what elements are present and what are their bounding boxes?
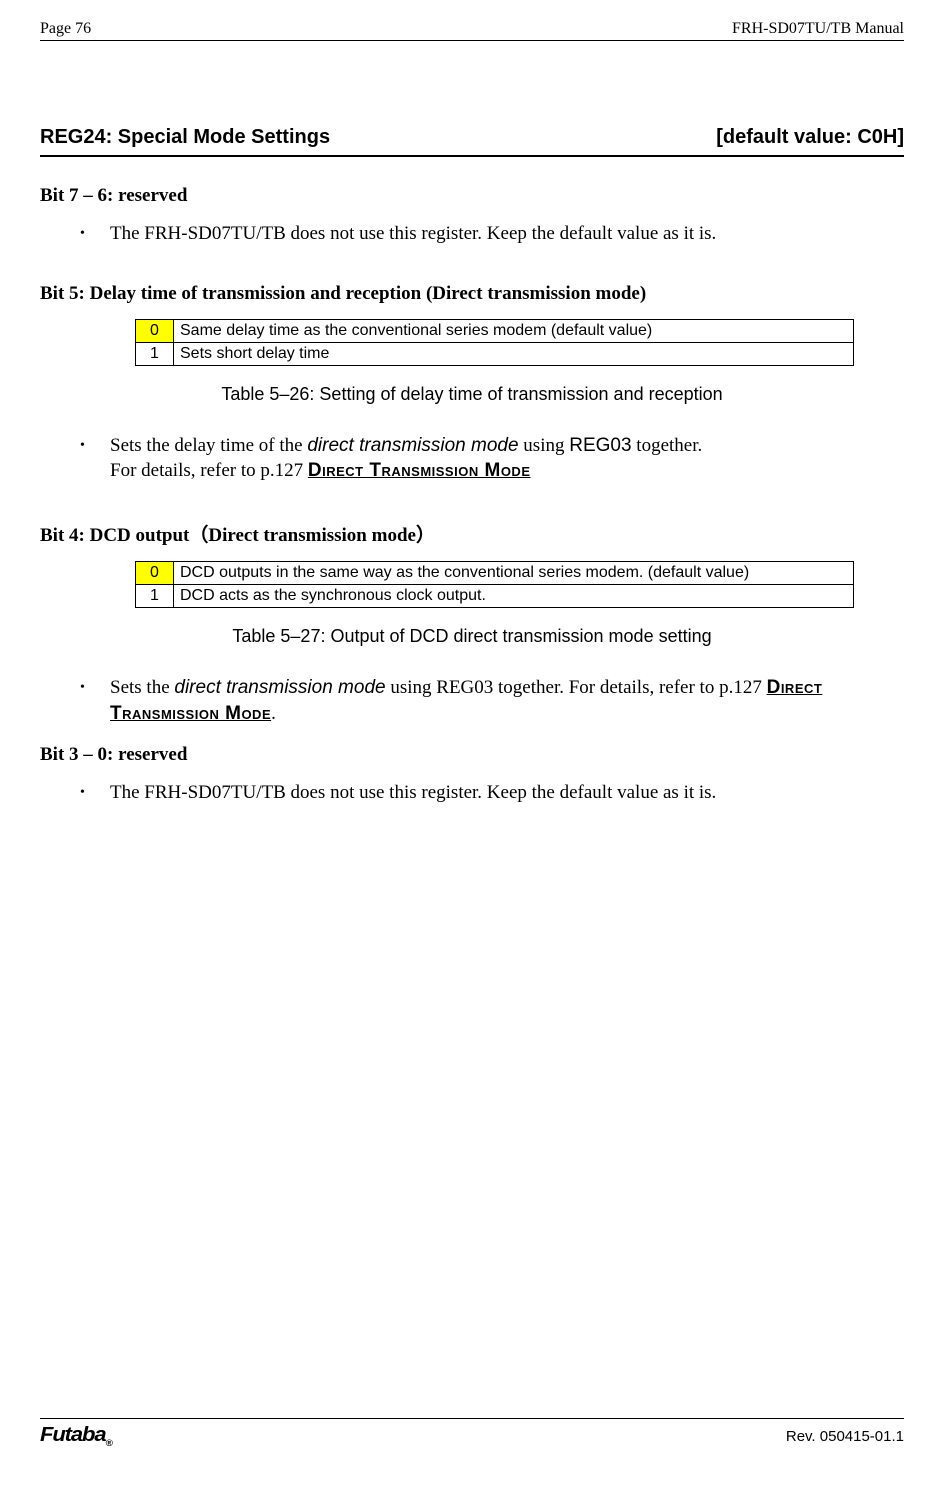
section-title-row: REG24: Special Mode Settings [default va… xyxy=(40,126,904,157)
table-cell-value: 1 xyxy=(136,584,174,607)
bit4-table: 0 DCD outputs in the same way as the con… xyxy=(135,561,854,608)
bit4-bullet: Sets the direct transmission mode using … xyxy=(80,675,904,726)
bit4-table-wrap: 0 DCD outputs in the same way as the con… xyxy=(135,561,854,608)
bit5-bullet: Sets the delay time of the direct transm… xyxy=(80,433,904,484)
bit30-bullets: The FRH-SD07TU/TB does not use this regi… xyxy=(40,780,904,806)
bit5-bullets: Sets the delay time of the direct transm… xyxy=(40,433,904,484)
bullet-italic: direct transmission mode xyxy=(174,677,385,698)
section-title-left: REG24: Special Mode Settings xyxy=(40,126,330,149)
bullet-text: For details, refer to p.127 xyxy=(110,460,308,481)
section-title-right: [default value: C0H] xyxy=(716,126,904,149)
page-header: Page 76 FRH-SD07TU/TB Manual xyxy=(40,20,904,41)
bullet-link: Direct Transmission Mode xyxy=(308,460,531,481)
table-cell-desc: DCD acts as the synchronous clock output… xyxy=(174,584,854,607)
bit5-table-wrap: 0 Same delay time as the conventional se… xyxy=(135,319,854,366)
table-cell-value: 0 xyxy=(136,319,174,342)
bit76-heading: Bit 7 – 6: reserved xyxy=(40,185,904,207)
bit30-bullet: The FRH-SD07TU/TB does not use this regi… xyxy=(80,780,904,806)
table-row: 1 Sets short delay time xyxy=(136,342,854,365)
bit4-table-caption: Table 5–27: Output of DCD direct transmi… xyxy=(40,626,904,647)
bit5-heading: Bit 5: Delay time of transmission and re… xyxy=(40,283,904,305)
bit5-table-caption: Table 5–26: Setting of delay time of tra… xyxy=(40,384,904,405)
table-cell-desc: Sets short delay time xyxy=(174,342,854,365)
bit30-heading: Bit 3 – 0: reserved xyxy=(40,744,904,766)
table-cell-desc: Same delay time as the conventional seri… xyxy=(174,319,854,342)
page-number: Page 76 xyxy=(40,20,91,38)
table-cell-value: 1 xyxy=(136,342,174,365)
table-row: 1 DCD acts as the synchronous clock outp… xyxy=(136,584,854,607)
manual-title: FRH-SD07TU/TB Manual xyxy=(732,20,904,38)
bullet-text: Sets the xyxy=(110,677,174,698)
bit76-bullet: The FRH-SD07TU/TB does not use this regi… xyxy=(80,221,904,247)
registered-mark-icon: ® xyxy=(106,1438,112,1448)
bullet-text: Sets the delay time of the xyxy=(110,435,307,456)
bullet-italic: direct transmission mode xyxy=(307,435,518,456)
table-row: 0 DCD outputs in the same way as the con… xyxy=(136,561,854,584)
table-cell-value: 0 xyxy=(136,561,174,584)
bullet-text: using xyxy=(519,435,570,456)
table-cell-desc: DCD outputs in the same way as the conve… xyxy=(174,561,854,584)
bit4-bullets: Sets the direct transmission mode using … xyxy=(40,675,904,726)
bullet-text: together. xyxy=(632,435,703,456)
bit76-bullets: The FRH-SD07TU/TB does not use this regi… xyxy=(40,221,904,247)
bit4-heading: Bit 4: DCD output（Direct transmission mo… xyxy=(40,520,904,547)
table-row: 0 Same delay time as the conventional se… xyxy=(136,319,854,342)
bullet-reg: REG03 xyxy=(569,435,631,456)
bullet-text: using REG03 together. For details, refer… xyxy=(386,677,767,698)
brand-text: Futaba xyxy=(40,1424,106,1446)
brand-logo: Futaba® xyxy=(40,1424,112,1448)
revision-text: Rev. 050415-01.1 xyxy=(786,1428,904,1445)
bullet-text: . xyxy=(271,703,276,724)
page-footer: Futaba® Rev. 050415-01.1 xyxy=(40,1418,904,1448)
bit5-table: 0 Same delay time as the conventional se… xyxy=(135,319,854,366)
